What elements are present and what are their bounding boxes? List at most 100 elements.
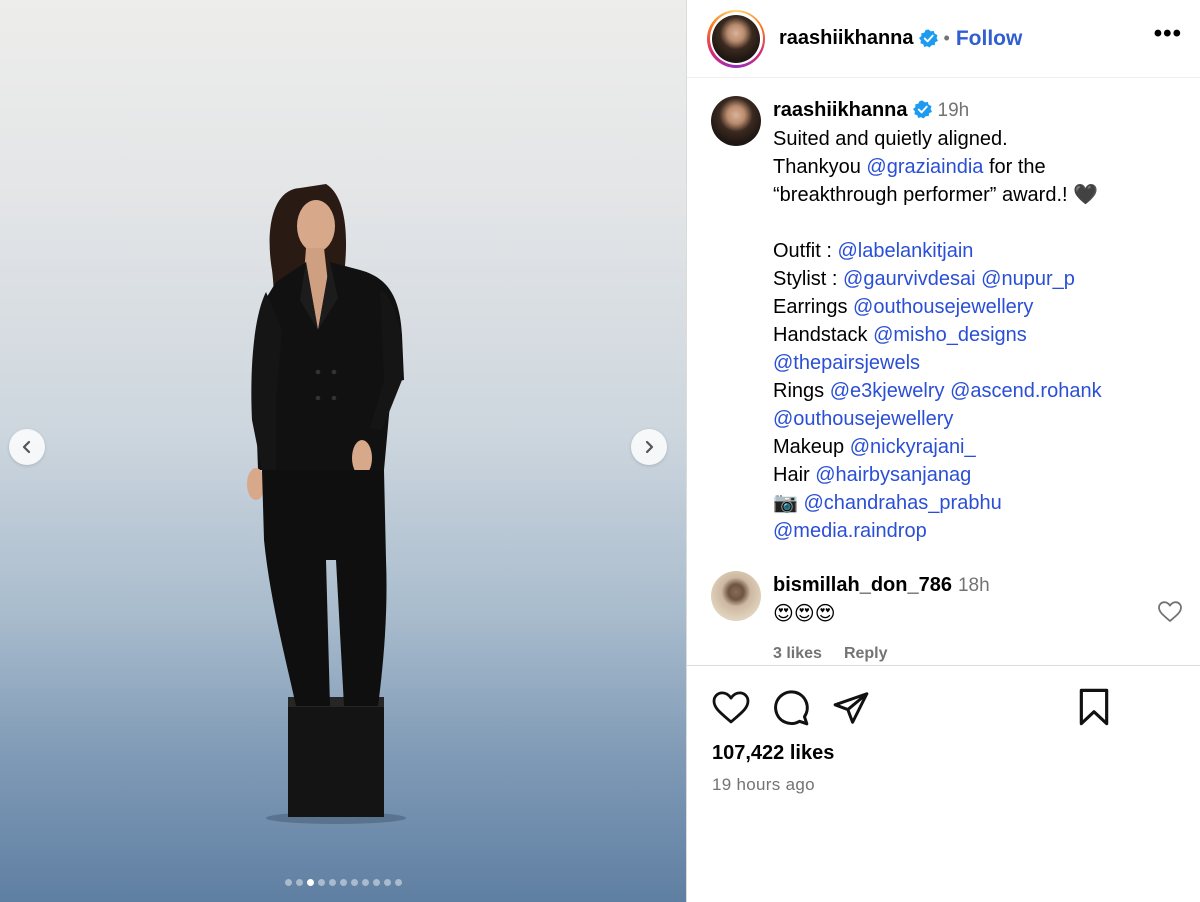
mention-link[interactable]: @hairbysanjanag — [815, 464, 971, 486]
mention-link[interactable]: @chandrahas_prabhu — [803, 492, 1001, 514]
mention-link[interactable]: @thepairsjewels — [773, 352, 920, 374]
caption-text-segment: Hair — [773, 464, 816, 486]
post-details-panel: raashiikhanna • Follow ••• raashiikhanna… — [686, 0, 1200, 902]
caption-line: Makeup @nickyrajani_ — [773, 433, 1102, 461]
caption-line: Rings @e3kjewelry @ascend.rohank — [773, 377, 1102, 405]
caption-line: Stylist : @gaurvivdesai @nupur_p — [773, 265, 1102, 293]
caption-text-segment: for the — [983, 156, 1046, 178]
post-photo — [247, 184, 406, 824]
caption-time: 19h — [937, 100, 970, 121]
comment-time: 18h — [957, 575, 990, 596]
heart-icon — [712, 691, 750, 724]
caption-line: Earrings @outhousejewellery — [773, 293, 1102, 321]
post-header: raashiikhanna • Follow ••• — [687, 0, 1200, 78]
more-options-button[interactable]: ••• — [1154, 22, 1182, 46]
chevron-left-icon — [22, 440, 31, 454]
header-username[interactable]: raashiikhanna — [779, 27, 914, 50]
comment-meta: 3 likes Reply — [773, 640, 990, 665]
comment-icon — [774, 690, 809, 726]
caption-avatar[interactable] — [711, 96, 761, 146]
chevron-right-icon — [645, 440, 654, 454]
caption-text-segment: Suited and quietly aligned. — [773, 128, 1008, 150]
post-actions: 107,422 likes 19 hours ago — [687, 665, 1200, 902]
caption-text-segment: 📷 — [773, 492, 804, 514]
mention-link[interactable]: @nickyrajani_ — [850, 436, 976, 458]
story-ring[interactable] — [707, 9, 765, 68]
caption-text-segment: Thankyou — [773, 156, 867, 178]
next-slide-button[interactable] — [631, 429, 667, 465]
caption-text-segment: Outfit : — [773, 240, 838, 262]
verified-badge-icon — [918, 29, 938, 48]
mention-link[interactable]: @misho_designs — [873, 324, 1027, 346]
mention-link[interactable]: @e3kjewelry — [830, 380, 945, 402]
slide-dot — [361, 879, 369, 886]
caption-row: raashiikhanna 19h Suited and quietly ali… — [711, 96, 1176, 545]
slide-dot — [350, 879, 358, 886]
comment-row: bismillah_don_786 18h 😍😍😍 3 likes Reply — [711, 571, 1182, 665]
post-timestamp[interactable]: 19 hours ago — [712, 775, 1175, 795]
mention-link[interactable]: @graziaindia — [866, 156, 983, 178]
action-bar — [712, 688, 1175, 728]
mention-link[interactable]: @labelankitjain — [837, 240, 973, 262]
slide-indicator — [0, 879, 686, 886]
instagram-post: raashiikhanna • Follow ••• raashiikhanna… — [0, 0, 1200, 902]
comment-likes-button[interactable]: 3 likes — [773, 645, 822, 662]
comments-section[interactable]: raashiikhanna 19h Suited and quietly ali… — [687, 78, 1200, 665]
slide-dot — [306, 879, 314, 886]
share-icon — [833, 692, 869, 724]
comment-text: 😍😍😍 — [773, 603, 836, 625]
commenter-username[interactable]: bismillah_don_786 — [773, 574, 952, 596]
caption-text: Suited and quietly aligned. Thankyou @gra… — [773, 125, 1102, 545]
caption-text-segment: Rings — [773, 380, 830, 402]
slide-dot — [317, 879, 325, 886]
verified-badge-icon — [912, 100, 932, 119]
mention-link[interactable]: @ascend.rohank — [950, 380, 1102, 402]
mention-link[interactable]: @outhousejewellery — [853, 296, 1033, 318]
mention-link[interactable]: @media.raindrop — [773, 520, 927, 542]
share-button[interactable] — [832, 689, 870, 727]
caption-line — [773, 209, 1102, 237]
caption-text-segment: Earrings — [773, 296, 854, 318]
follow-button[interactable]: Follow — [956, 27, 1023, 51]
caption-line: “breakthrough performer” award.! 🖤 — [773, 181, 1102, 209]
caption-line: 📷 @chandrahas_prabhu — [773, 489, 1102, 517]
heart-icon — [1158, 601, 1182, 622]
like-button[interactable] — [712, 691, 750, 725]
bookmark-icon — [1079, 688, 1109, 726]
caption-text-segment: Makeup — [773, 436, 850, 458]
slide-dot — [295, 879, 303, 886]
reply-button[interactable]: Reply — [844, 645, 888, 662]
likes-count[interactable]: 107,422 likes — [712, 742, 1175, 765]
slide-dot — [372, 879, 380, 886]
caption-text-segment: Handstack — [773, 324, 874, 346]
mention-link[interactable]: @outhousejewellery — [773, 408, 953, 430]
caption-line: @media.raindrop — [773, 517, 1102, 545]
caption-text-segment: “breakthrough performer” award.! 🖤 — [773, 184, 1099, 206]
caption-line: Hair @hairbysanjanag — [773, 461, 1102, 489]
slide-dot — [284, 879, 292, 886]
previous-slide-button[interactable] — [9, 429, 45, 465]
avatar — [712, 14, 760, 63]
caption-line: Outfit : @labelankitjain — [773, 237, 1102, 265]
slide-dot — [328, 879, 336, 886]
comment-like-button[interactable] — [1158, 601, 1182, 628]
commenter-avatar[interactable] — [711, 571, 761, 621]
slide-dot — [383, 879, 391, 886]
caption-text-segment: Stylist : — [773, 268, 844, 290]
caption-body: raashiikhanna 19h Suited and quietly ali… — [773, 96, 1102, 545]
slide-dot — [394, 879, 402, 886]
caption-line: Handstack @misho_designs — [773, 321, 1102, 349]
caption-line: Thankyou @graziaindia for the — [773, 153, 1102, 181]
header-separator: • — [943, 28, 950, 48]
comment-body: bismillah_don_786 18h 😍😍😍 3 likes Reply — [773, 571, 990, 665]
mention-link[interactable]: @nupur_p — [981, 268, 1075, 290]
caption-username[interactable]: raashiikhanna — [773, 99, 908, 121]
caption-line: @outhousejewellery — [773, 405, 1102, 433]
caption-line: @thepairsjewels — [773, 349, 1102, 377]
post-media[interactable] — [0, 0, 686, 902]
comment-button[interactable] — [772, 689, 810, 727]
save-button[interactable] — [1077, 688, 1111, 731]
mention-link[interactable]: @gaurvivdesai — [843, 268, 976, 290]
caption-line: Suited and quietly aligned. — [773, 125, 1102, 153]
slide-dot — [339, 879, 347, 886]
